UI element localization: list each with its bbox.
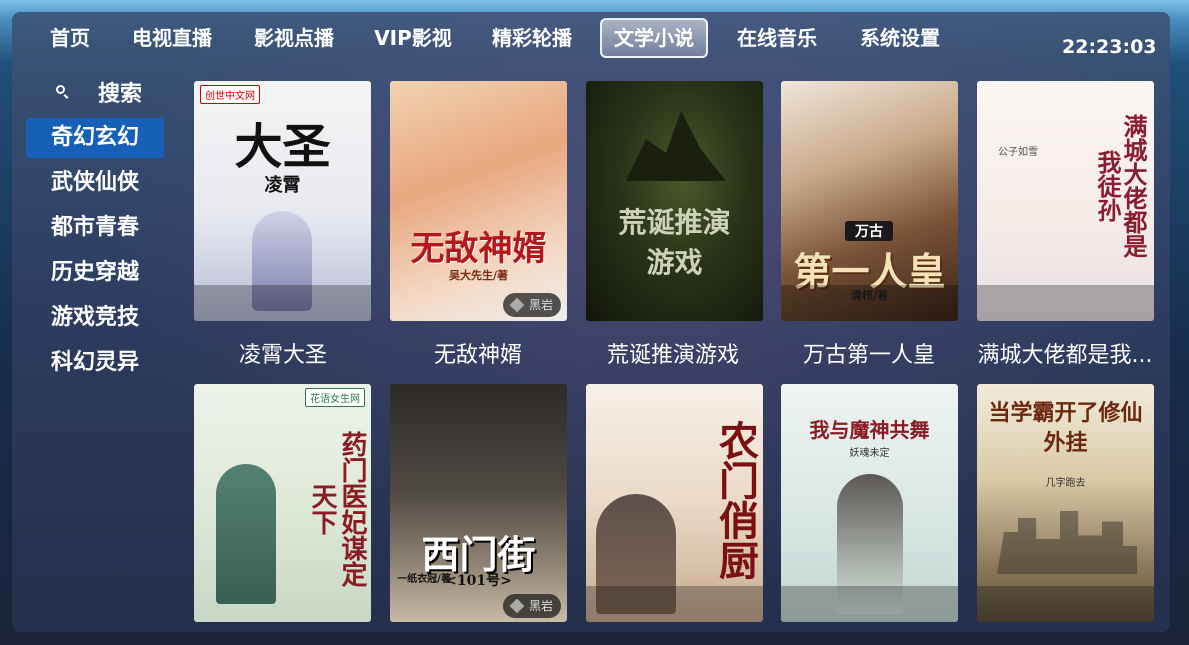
cover-title: 当学霸开了修仙外挂 <box>988 400 1143 456</box>
book-card[interactable]: 农门俏厨 <box>586 384 763 622</box>
nav-vod[interactable]: 影视点播 <box>244 18 344 58</box>
search-label: 搜索 <box>98 82 143 107</box>
cover-title: 农门俏厨 <box>712 420 759 580</box>
cover-subtitle: 吴大先生/著 <box>448 269 509 282</box>
cover-title: 满城大佬都是我徒孙 <box>1093 114 1148 258</box>
category-urban[interactable]: 都市青春 <box>26 208 164 248</box>
cover-title: 荒诞推演 <box>618 206 731 239</box>
book-card[interactable]: 满城大佬都是我徒孙 公子如雪 <box>977 81 1154 321</box>
clock: 22:23:03 <box>1062 36 1157 58</box>
book-cover <box>390 81 567 321</box>
publisher-logo: 创世中文网 <box>200 85 260 104</box>
cover-author: 几字跑去 <box>1045 478 1086 489</box>
cover-title: 大圣 <box>234 119 331 175</box>
cover-title: 无敌神婿 <box>410 229 547 269</box>
top-nav: 首页 电视直播 影视点播 VIP影视 精彩轮播 文学小说 在线音乐 系统设置 <box>0 18 1189 62</box>
cover-strip <box>977 285 1154 321</box>
category-fantasy[interactable]: 奇幻玄幻 <box>26 118 164 158</box>
category-history[interactable]: 历史穿越 <box>26 253 164 293</box>
category-scifi[interactable]: 科幻灵异 <box>26 343 164 383</box>
cover-author: 公子如雪 <box>998 147 1038 158</box>
nav-home[interactable]: 首页 <box>40 18 100 58</box>
book-card[interactable]: 万古 第一人皇 清栉/著 <box>781 81 958 321</box>
book-card[interactable]: 无敌神婿 吴大先生/著 黑岩 <box>390 81 567 321</box>
category-wuxia[interactable]: 武侠仙侠 <box>26 163 164 203</box>
book-card[interactable]: 我与魔神共舞 妖魂未定 <box>781 384 958 622</box>
cover-author: 一纸衣冠/著 <box>397 574 451 585</box>
nav-live-tv[interactable]: 电视直播 <box>122 18 222 58</box>
book-title: 满城大佬都是我... <box>977 343 1153 368</box>
cover-author: 妖魂未定 <box>849 448 890 459</box>
cover-subtitle: 游戏 <box>646 246 703 279</box>
book-title: 凌霄大圣 <box>238 343 327 368</box>
book-card[interactable]: 当学霸开了修仙外挂 几字跑去 <box>977 384 1154 622</box>
cover-subtitle: 凌霄 <box>264 175 301 196</box>
cover-strip <box>977 586 1154 622</box>
search-icon <box>56 85 65 94</box>
cover-strip <box>781 285 958 321</box>
cover-title: 药门医妃谋定天下 <box>307 431 367 587</box>
nav-settings[interactable]: 系统设置 <box>850 18 950 58</box>
book-card[interactable]: 西门街 <101号> 一纸衣冠/著 黑岩 <box>390 384 567 622</box>
cover-strip <box>781 586 958 622</box>
publisher-badge: 黑岩 <box>502 594 561 618</box>
cover-subtitle: 万古 <box>845 221 893 241</box>
book-title: 无敌神婿 <box>433 343 522 368</box>
nav-vip[interactable]: VIP影视 <box>366 18 460 58</box>
cover-figure <box>216 464 276 604</box>
cover-title: 我与魔神共舞 <box>809 418 930 442</box>
nav-music[interactable]: 在线音乐 <box>727 18 827 58</box>
publisher-logo: 花语女生网 <box>305 388 365 407</box>
cover-strip <box>194 285 371 321</box>
category-games[interactable]: 游戏竞技 <box>26 298 164 338</box>
cover-strip <box>586 586 763 622</box>
book-card[interactable]: 花语女生网 药门医妃谋定天下 <box>194 384 371 622</box>
nav-carousel[interactable]: 精彩轮播 <box>482 18 582 58</box>
book-title: 荒诞推演游戏 <box>606 343 739 368</box>
book-title: 万古第一人皇 <box>802 343 935 368</box>
publisher-badge: 黑岩 <box>502 293 561 317</box>
book-card[interactable]: 荒诞推演 游戏 <box>586 81 763 321</box>
book-card[interactable]: 创世中文网 大圣 凌霄 <box>194 81 371 321</box>
nav-literature[interactable]: 文学小说 <box>600 18 708 58</box>
